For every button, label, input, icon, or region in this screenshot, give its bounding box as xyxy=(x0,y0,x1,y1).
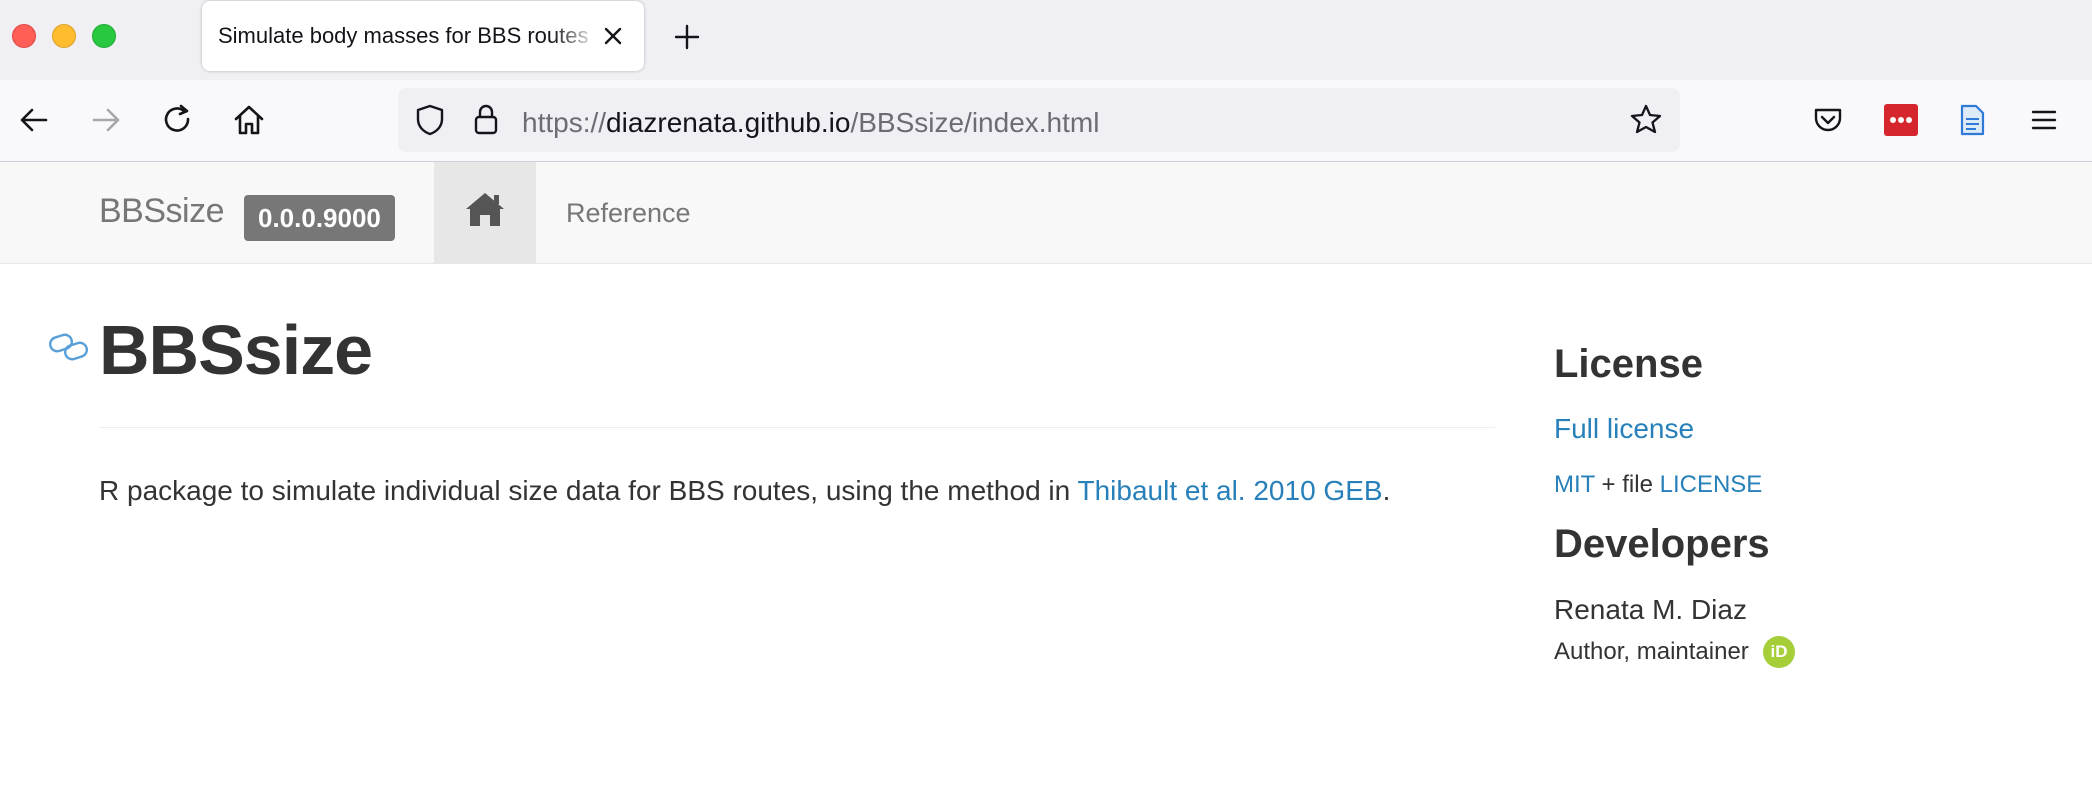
description-text: R package to simulate individual size da… xyxy=(99,475,1078,506)
back-icon[interactable] xyxy=(16,102,52,138)
forward-icon[interactable] xyxy=(88,102,124,138)
description-period: . xyxy=(1382,475,1391,506)
anchor-link-icon[interactable] xyxy=(48,330,90,364)
url-path: /BBSsize/index.html xyxy=(850,107,1100,138)
close-icon[interactable] xyxy=(600,23,626,49)
license-file-link[interactable]: LICENSE xyxy=(1660,471,1763,498)
page-title: BBSsize xyxy=(99,311,373,389)
thibault-reference-link[interactable]: Thibault et al. 2010 GEB xyxy=(1077,475,1382,506)
shield-icon[interactable] xyxy=(412,102,448,138)
developer-role: Author, maintainer xyxy=(1554,638,1749,665)
site-brand[interactable]: BBSsize xyxy=(99,192,225,231)
window-minimize-button[interactable] xyxy=(52,24,76,48)
window-zoom-button[interactable] xyxy=(92,24,116,48)
browser-titlebar: Simulate body masses for BBS routes xyxy=(0,0,2092,80)
url-bar[interactable]: https://diazrenata.github.io/BBSsize/ind… xyxy=(398,88,1680,152)
package-description: R package to simulate individual size da… xyxy=(99,475,1390,507)
plus-icon[interactable] xyxy=(672,22,702,52)
tab-title: Simulate body masses for BBS routes xyxy=(218,23,589,48)
nav-reference-link[interactable]: Reference xyxy=(566,198,691,229)
orcid-icon[interactable]: iD xyxy=(1763,636,1795,668)
version-badge: 0.0.0.9000 xyxy=(244,195,395,241)
reader-icon[interactable] xyxy=(1954,102,1990,138)
license-plus-file: + file xyxy=(1594,471,1660,498)
reload-icon[interactable] xyxy=(160,102,196,138)
bookmark-star-icon[interactable] xyxy=(1628,102,1664,138)
browser-navbar: https://diazrenata.github.io/BBSsize/ind… xyxy=(0,80,2092,162)
url-host: diazrenata.github.io xyxy=(606,107,851,138)
url-scheme: https:// xyxy=(522,107,607,138)
extension-icon[interactable] xyxy=(1884,104,1918,136)
browser-tab-active[interactable]: Simulate body masses for BBS routes xyxy=(202,1,644,71)
developer-name: Renata M. Diaz xyxy=(1554,594,1747,625)
full-license-link[interactable]: Full license xyxy=(1554,413,1694,445)
nav-home-link[interactable] xyxy=(434,162,536,263)
home-icon[interactable] xyxy=(231,102,267,138)
pocket-icon[interactable] xyxy=(1810,102,1846,138)
license-heading: License xyxy=(1554,342,1703,386)
mit-license-link[interactable]: MIT xyxy=(1554,471,1595,498)
developers-heading: Developers xyxy=(1554,522,1770,566)
title-divider xyxy=(99,427,1495,428)
url-text[interactable]: https://diazrenata.github.io/BBSsize/ind… xyxy=(522,107,1099,139)
menu-icon[interactable] xyxy=(2026,102,2062,138)
home-icon xyxy=(466,193,504,226)
window-close-button[interactable] xyxy=(12,24,36,48)
site-navbar: BBSsize 0.0.0.9000 Reference xyxy=(0,162,2092,264)
lock-icon[interactable] xyxy=(468,102,504,138)
license-line: MIT + file LICENSE xyxy=(1554,471,1762,499)
